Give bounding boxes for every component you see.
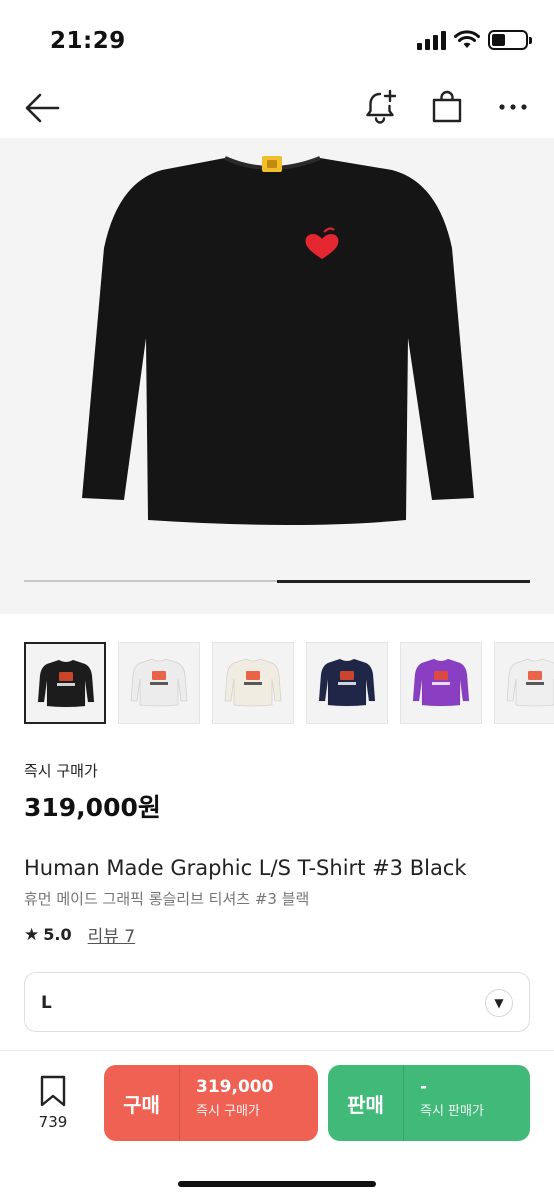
thumbnail-shirt-image (412, 658, 470, 707)
wishlist-button[interactable]: 739 (30, 1075, 76, 1131)
wifi-icon (454, 30, 480, 48)
shopping-bag-icon (432, 90, 462, 123)
sell-price-label: 즉시 판매가 (420, 1104, 484, 1119)
arrow-left-icon (25, 93, 60, 123)
sell-button-info: - 즉시 판매가 (404, 1065, 484, 1141)
home-indicator (178, 1181, 376, 1187)
carousel-indicator-active (277, 579, 530, 583)
nav-actions (362, 88, 532, 126)
status-time: 21:29 (50, 28, 126, 54)
battery-icon (488, 30, 532, 50)
color-thumbnail-navy[interactable] (306, 642, 388, 724)
carousel-indicator (24, 579, 530, 583)
back-button[interactable] (22, 90, 62, 126)
more-horizontal-icon (499, 104, 527, 110)
more-button[interactable] (494, 88, 532, 126)
price-label: 즉시 구매가 (24, 762, 98, 780)
price-value: 319,000원 (24, 793, 161, 822)
thumbnail-shirt-image (506, 658, 554, 707)
chevron-down-icon: ▼ (485, 989, 513, 1017)
product-image (82, 156, 474, 525)
size-value: L (41, 993, 52, 1013)
shopping-bag-button[interactable] (428, 88, 466, 126)
thumbnail-shirt-image (318, 658, 376, 707)
thumbnail-shirt-image (37, 659, 95, 708)
color-thumbnail-black[interactable] (24, 642, 106, 724)
buy-price-label: 즉시 구매가 (196, 1104, 260, 1119)
rating: ★ 5.0 리뷰 7 (24, 922, 136, 948)
sell-button[interactable]: 판매 - 즉시 판매가 (328, 1065, 530, 1141)
rating-score: 5.0 (43, 925, 72, 944)
color-thumbnail-white-heart[interactable] (494, 642, 554, 724)
bell-plus-icon (366, 89, 397, 124)
review-link[interactable]: 리뷰 7 (88, 922, 136, 947)
thumbnail-shirt-image (224, 658, 282, 707)
thumbnail-shirt-image (130, 658, 188, 707)
price-alert-button[interactable] (362, 88, 400, 126)
color-thumbnail-purple[interactable] (400, 642, 482, 724)
star-icon: ★ (24, 924, 40, 945)
product-image-carousel[interactable] (0, 138, 554, 614)
buy-button[interactable]: 구매 319,000 즉시 구매가 (104, 1065, 318, 1141)
color-thumbnails (24, 642, 554, 724)
status-icons (417, 30, 532, 50)
cellular-signal-icon (417, 30, 446, 50)
product-title: Human Made Graphic L/S T-Shirt #3 Black (24, 856, 467, 880)
buy-price: 319,000 (196, 1077, 274, 1097)
buy-button-info: 319,000 즉시 구매가 (180, 1065, 273, 1141)
wishlist-count: 739 (38, 1113, 68, 1131)
color-thumbnail-cream[interactable] (212, 642, 294, 724)
nav-bar (0, 80, 554, 136)
color-thumbnail-white[interactable] (118, 642, 200, 724)
bookmark-icon (40, 1075, 66, 1107)
status-bar: 21:29 (0, 0, 554, 80)
buy-button-label: 구매 (104, 1065, 180, 1141)
sell-button-label: 판매 (328, 1065, 404, 1141)
size-select[interactable]: L ▼ (24, 972, 530, 1032)
product-title-korean: 휴먼 메이드 그래픽 롱슬리브 티셔츠 #3 블랙 (24, 890, 310, 908)
sell-price: - (420, 1077, 428, 1097)
bottom-action-bar: 739 구매 319,000 즉시 구매가 판매 - 즉시 판매가 (0, 1050, 554, 1200)
